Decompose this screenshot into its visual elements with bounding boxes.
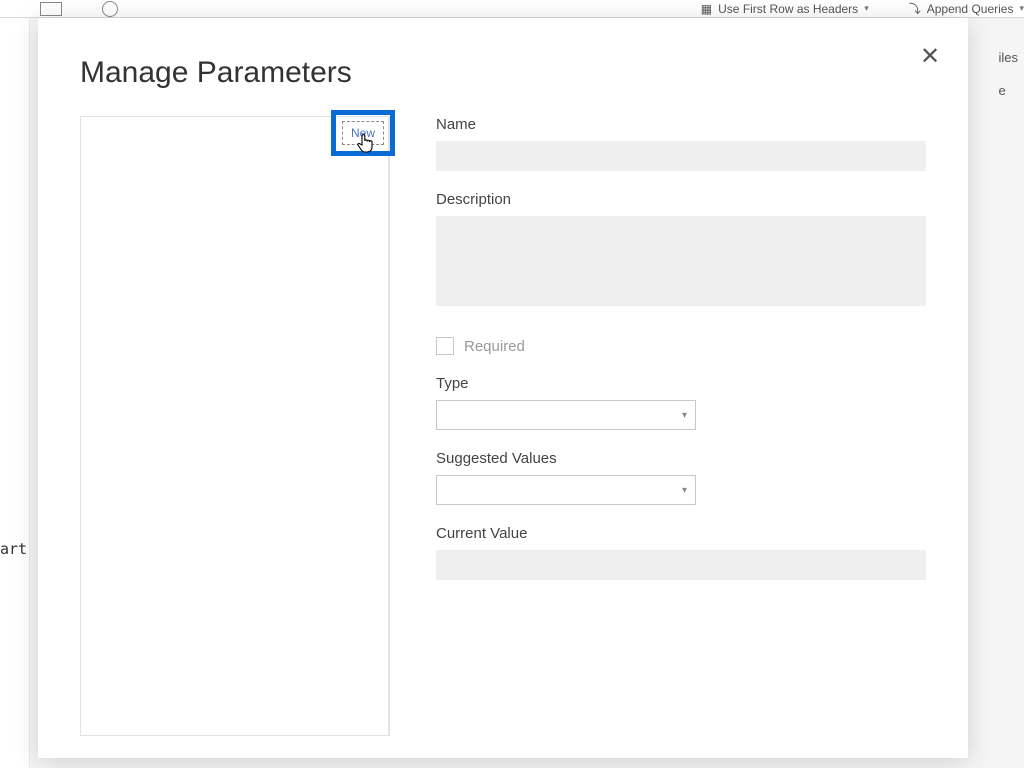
required-checkbox-row[interactable]: Required	[436, 337, 926, 355]
use-first-row-headers-button[interactable]: ▦ Use First Row as Headers ▾	[701, 2, 869, 16]
dialog-body: New Name Description Required	[80, 116, 926, 736]
ribbon-bar: ▦ Use First Row as Headers ▾ ⤵ Append Qu…	[0, 0, 1024, 18]
chevron-down-icon: ▾	[682, 410, 687, 421]
name-label: Name	[436, 116, 926, 133]
left-gutter	[0, 0, 30, 768]
ribbon-generic-icon	[102, 1, 118, 17]
ribbon-label: Use First Row as Headers	[718, 2, 858, 16]
append-icon: ⤵	[909, 0, 921, 17]
close-button[interactable]: ✕	[916, 42, 944, 70]
ribbon-generic-icon	[40, 2, 62, 16]
new-parameter-button[interactable]: New	[342, 121, 384, 145]
chevron-down-icon: ▾	[682, 485, 687, 496]
suggested-values-label: Suggested Values	[436, 450, 926, 467]
table-icon: ▦	[701, 2, 712, 16]
type-select[interactable]: ▾	[436, 400, 696, 430]
current-value-input[interactable]	[436, 550, 926, 580]
required-label: Required	[464, 338, 525, 355]
description-input[interactable]	[436, 216, 926, 306]
chevron-down-icon: ▾	[864, 3, 869, 14]
current-value-label: Current Value	[436, 525, 926, 542]
manage-parameters-dialog: ✕ Manage Parameters New	[38, 18, 968, 758]
name-input[interactable]	[436, 141, 926, 171]
description-label: Description	[436, 191, 926, 208]
close-icon: ✕	[920, 42, 940, 71]
ribbon-label: Append Queries	[927, 2, 1014, 16]
parameter-list-pane: New	[80, 116, 390, 736]
chevron-down-icon: ▾	[1019, 3, 1024, 14]
suggested-values-select[interactable]: ▾	[436, 475, 696, 505]
type-label: Type	[436, 375, 926, 392]
new-button-label: New	[351, 126, 375, 140]
required-checkbox[interactable]	[436, 337, 454, 355]
parameter-list[interactable]	[80, 116, 389, 736]
background-right-fragment: iles e	[998, 50, 1024, 98]
tutorial-highlight: New	[331, 110, 395, 156]
dialog-title: Manage Parameters	[80, 56, 926, 90]
background-text-fragment: art	[0, 540, 27, 558]
parameter-form: Name Description Required Type ▾ Suggest…	[390, 116, 926, 736]
append-queries-button[interactable]: ⤵ Append Queries ▾	[909, 0, 1024, 17]
